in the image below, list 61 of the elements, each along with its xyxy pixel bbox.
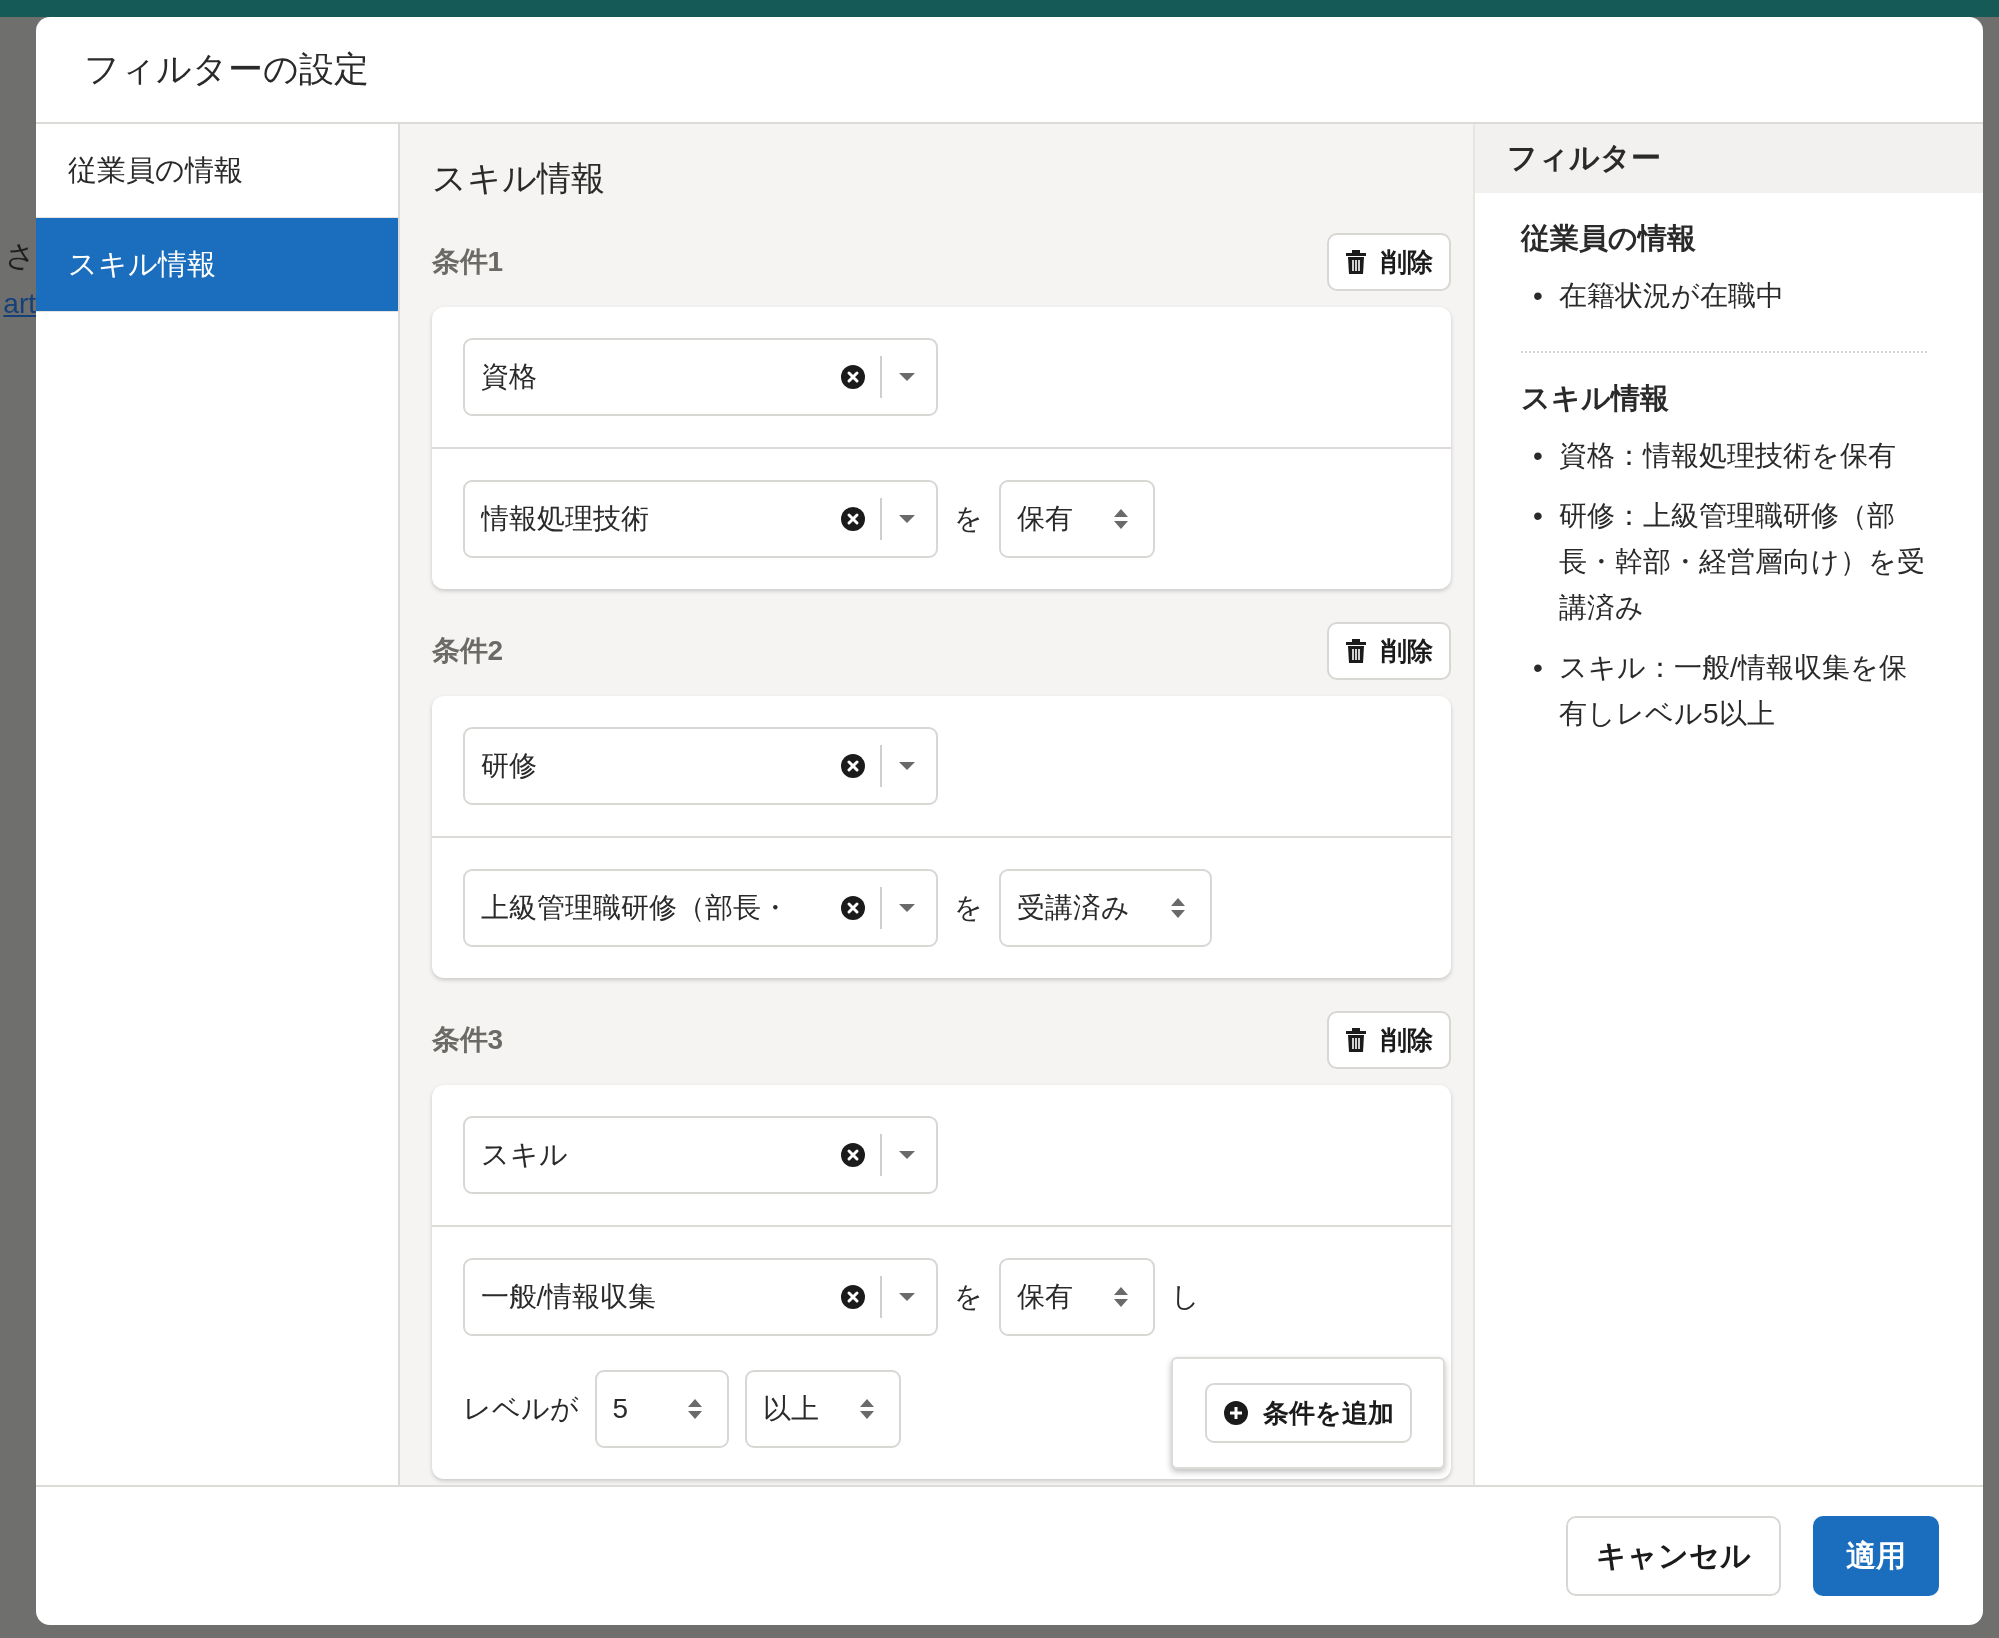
combo-box[interactable]: 資格 — [462, 338, 938, 416]
connector-text: レベルが — [462, 1392, 579, 1426]
bullet: • — [1533, 499, 1544, 533]
clear-icon[interactable] — [839, 1142, 866, 1168]
nav-item[interactable]: スキル情報 — [36, 218, 398, 312]
dialog-title: フィルターの設定 — [84, 48, 369, 90]
caret-icon[interactable] — [897, 514, 916, 524]
caret-icon[interactable] — [897, 372, 916, 382]
condition-label: 条件3 — [431, 1023, 504, 1057]
select-field[interactable]: 5 — [594, 1370, 729, 1448]
clear-icon[interactable] — [839, 753, 866, 779]
condition-label: 条件2 — [431, 634, 504, 668]
connector-text: を — [953, 502, 983, 536]
sort-arrows-icon — [686, 1397, 703, 1421]
connector-text: を — [953, 891, 983, 925]
caret-icon[interactable] — [897, 1292, 916, 1302]
sort-arrows-icon — [1112, 507, 1129, 531]
combo-box[interactable]: 情報処理技術 — [462, 480, 938, 558]
trash-icon — [1345, 639, 1367, 663]
summary-item: スキル：一般/情報収集を保有しレベル5以上 — [1559, 651, 1908, 731]
clear-icon[interactable] — [839, 1284, 866, 1310]
clear-icon[interactable] — [839, 506, 866, 532]
bullet: • — [1533, 651, 1544, 685]
cancel-button[interactable]: キャンセル — [1566, 1516, 1781, 1596]
section-title: スキル情報 — [431, 158, 606, 199]
trash-icon — [1345, 250, 1367, 274]
summary-heading: スキル情報 — [1521, 381, 1670, 416]
connector-text: を — [953, 1280, 983, 1314]
summary-heading: 従業員の情報 — [1521, 221, 1697, 256]
caret-icon[interactable] — [897, 1150, 916, 1160]
summary-item: 在籍状況が在職中 — [1559, 279, 1785, 313]
select-field[interactable]: 保有 — [998, 480, 1155, 558]
delete-button[interactable]: 削除 — [1327, 622, 1451, 680]
background-text: さ — [4, 238, 36, 274]
summary-item: 研修：上級管理職研修（部長・幹部・経営層向け）を受講済み — [1559, 499, 1926, 625]
sort-arrows-icon — [1112, 1285, 1129, 1309]
bullet: • — [1533, 279, 1544, 313]
sort-arrows-icon — [858, 1397, 875, 1421]
delete-button[interactable]: 削除 — [1327, 233, 1451, 291]
connector-text: し — [1170, 1280, 1200, 1314]
trash-icon — [1345, 1028, 1367, 1052]
bullet: • — [1533, 439, 1544, 473]
select-field[interactable]: 受講済み — [998, 869, 1212, 947]
caret-icon[interactable] — [897, 903, 916, 913]
combo-box[interactable]: 上級管理職研修（部長・ — [462, 869, 938, 947]
apply-button[interactable]: 適用 — [1813, 1516, 1939, 1596]
clear-icon[interactable] — [839, 364, 866, 390]
combo-box[interactable]: 研修 — [462, 727, 938, 805]
caret-icon[interactable] — [897, 761, 916, 771]
select-field[interactable]: 保有 — [998, 1258, 1155, 1336]
delete-button[interactable]: 削除 — [1327, 1011, 1451, 1069]
sort-arrows-icon — [1169, 896, 1186, 920]
condition-label: 条件1 — [431, 245, 504, 279]
summary-item: 資格：情報処理技術を保有 — [1559, 439, 1897, 473]
plus-circle-icon — [1222, 1400, 1249, 1426]
combo-box[interactable]: スキル — [462, 1116, 938, 1194]
select-field[interactable]: 以上 — [744, 1370, 901, 1448]
combo-box[interactable]: 一般/情報収集 — [462, 1258, 938, 1336]
clear-icon[interactable] — [839, 895, 866, 921]
add-condition-button[interactable]: 条件を追加 — [1204, 1383, 1412, 1443]
panel-title: フィルター — [1475, 124, 1983, 193]
